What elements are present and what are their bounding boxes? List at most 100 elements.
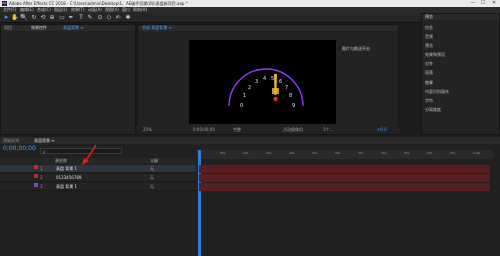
orbit-camera-icon[interactable]: ⟲ [39,14,47,22]
panel-effects[interactable]: 效果 [425,80,433,86]
panel-content-aware-fill[interactable]: 内容识别填充 [425,89,449,95]
panel-separate-dimensions[interactable]: 分离维度 [425,107,441,113]
panel-effects-presets[interactable]: 效果和预设 [425,52,445,58]
composition-tabbar: 合成 表盘背景 ≡ [138,25,398,31]
eraser-tool-icon[interactable]: ◇ [105,14,113,22]
zoom-level[interactable]: 25% [143,126,152,134]
layer-color-swatch [34,165,38,169]
timeline-tabbar: 渲染队列 表盘背景 ≡ [0,137,500,144]
ruler-tick: 15s [266,151,272,155]
ruler-tick: 35s [358,151,364,155]
window-title: Adobe After Effects CC 2018 - C:\Users\a… [9,1,188,6]
timeline-timecode[interactable]: 0;00;00;00 [3,145,36,152]
tab-preview[interactable]: 预览 [425,14,433,20]
camera-select[interactable]: 活动摄像机 [283,126,303,134]
ruler-tick: 25s [312,151,318,155]
resolution-select[interactable]: 完整 [233,126,241,134]
current-time[interactable]: 0;00;00;00 [193,126,215,134]
roto-brush-icon[interactable]: ✍ [114,14,122,22]
composition-viewer[interactable]: 0 1 2 3 4 5 6 7 8 9 [189,40,336,124]
column-source-name[interactable]: 源名称 [55,158,67,164]
panel-paragraph[interactable]: 段落 [425,70,433,76]
dial-number-8: 8 [289,93,292,99]
right-panel: 预览 信息 音频 预览 效果和预设 对齐 段落 效果 内容识别填充 字符 分离维… [421,13,500,135]
tab-layer-name[interactable]: 表盘背景 ≡ [63,25,84,31]
tab-composition[interactable]: 合成 表盘背景 ≡ [142,25,172,31]
ruler-tick: 45s [404,151,410,155]
dial-number-4: 4 [263,76,266,82]
rotate-tool-icon[interactable]: ↻ [30,14,38,22]
layer-duration-bar[interactable] [199,174,490,182]
layer-parent[interactable]: 无 [150,174,154,182]
layer-row[interactable]: 2 0123456789 无 [0,174,196,182]
tab-render-queue[interactable]: 渲染队列 [3,137,19,144]
dial-graphic: 0 1 2 3 4 5 6 7 8 9 [228,68,304,109]
panel-preview[interactable]: 预览 [425,43,433,49]
layer-index: 3 [40,184,43,189]
layer-name[interactable]: 表盘 背景 1 [56,183,77,191]
pen-tool-icon[interactable]: ✒ [67,14,75,22]
dial-number-1: 1 [243,93,246,99]
time-ruler[interactable]: 0s 05s 10s 15s 20s 25s 30s 35s 40s 45s 5… [197,150,493,159]
maximize-button[interactable]: ☐ [478,0,488,7]
needle-hub [272,88,279,94]
brush-tool-icon[interactable]: ✎ [86,14,94,22]
dial-number-0: 0 [240,103,243,109]
column-parent[interactable]: 父级 [150,158,158,164]
puppet-pin-icon[interactable]: ✱ [124,14,132,22]
hand-tool-icon[interactable]: ✋ [11,14,19,22]
layer-duration-bar[interactable] [199,183,490,191]
text-tool-icon[interactable]: T [77,14,85,22]
ruler-tick: 10s [243,151,249,155]
ruler-tick: 05s [220,151,226,155]
layer-color-swatch [34,174,38,178]
ruler-tick: 20s [289,151,295,155]
needle-pivot [273,96,278,102]
ruler-tick: 50s [427,151,433,155]
ruler-tick: 1:00 [473,151,480,155]
viewer-footer-bar: 25% 0;00;00;00 完整 活动摄像机 1个... +0.0 [137,126,399,134]
layer-parent[interactable]: 无 [150,183,154,191]
views-select[interactable]: 1个... [323,126,333,134]
panel-character[interactable]: 字符 [425,98,433,104]
after-effects-logo: Ae [2,1,7,6]
project-panel: 项目 效果控件 表盘背景 ≡ [0,24,136,135]
ruler-tick: 30s [335,151,341,155]
project-tabbar: 项目 效果控件 表盘背景 ≡ [1,25,135,31]
clone-stamp-icon[interactable]: ⊙ [96,14,104,22]
layer-parent[interactable]: 无 [150,165,154,173]
title-bar: Ae Adobe After Effects CC 2018 - C:\User… [0,0,500,7]
annotation-arrow [82,144,97,165]
pan-behind-icon[interactable]: ⊕ [48,14,56,22]
rectangle-tool-icon[interactable]: ▭ [58,14,66,22]
tab-effect-controls[interactable]: 效果控件 [31,25,47,31]
tab-timeline-comp[interactable]: 表盘背景 ≡ [34,137,55,144]
ruler-tick: 40s [381,151,387,155]
dial-number-6: 6 [279,79,282,85]
dial-number-2: 2 [248,85,251,91]
tab-project[interactable]: 项目 [4,25,12,31]
panel-info[interactable]: 信息 [425,25,433,31]
layer-name[interactable]: 表盘 背景 1 [56,165,77,173]
zoom-tool-icon[interactable]: 🔍 [20,14,28,22]
minimize-button[interactable]: — [468,0,478,7]
panel-align[interactable]: 对齐 [425,61,433,67]
panel-audio[interactable]: 音频 [425,34,433,40]
layer-index: 2 [40,175,43,180]
viewer-side-label: 图片与推送开启 [342,46,370,51]
dial-arc [228,68,304,107]
close-button[interactable]: ✕ [489,0,499,7]
ruler-tick: 55s [450,151,456,155]
dial-number-9: 9 [292,103,295,109]
dial-number-3: 3 [255,79,258,85]
layer-color-swatch [34,183,38,187]
layer-duration-bar[interactable] [199,165,490,173]
layer-name[interactable]: 0123456789 [56,174,81,182]
layer-row[interactable]: 3 表盘 背景 1 无 [0,183,196,191]
selection-tool-icon[interactable]: ➤ [2,14,10,22]
dial-number-5: 5 [271,76,274,82]
right-tabbar: 预览 [422,14,499,20]
dial-number-7: 7 [285,85,288,91]
layer-index: 1 [40,166,43,171]
exposure-value[interactable]: +0.0 [377,126,387,134]
